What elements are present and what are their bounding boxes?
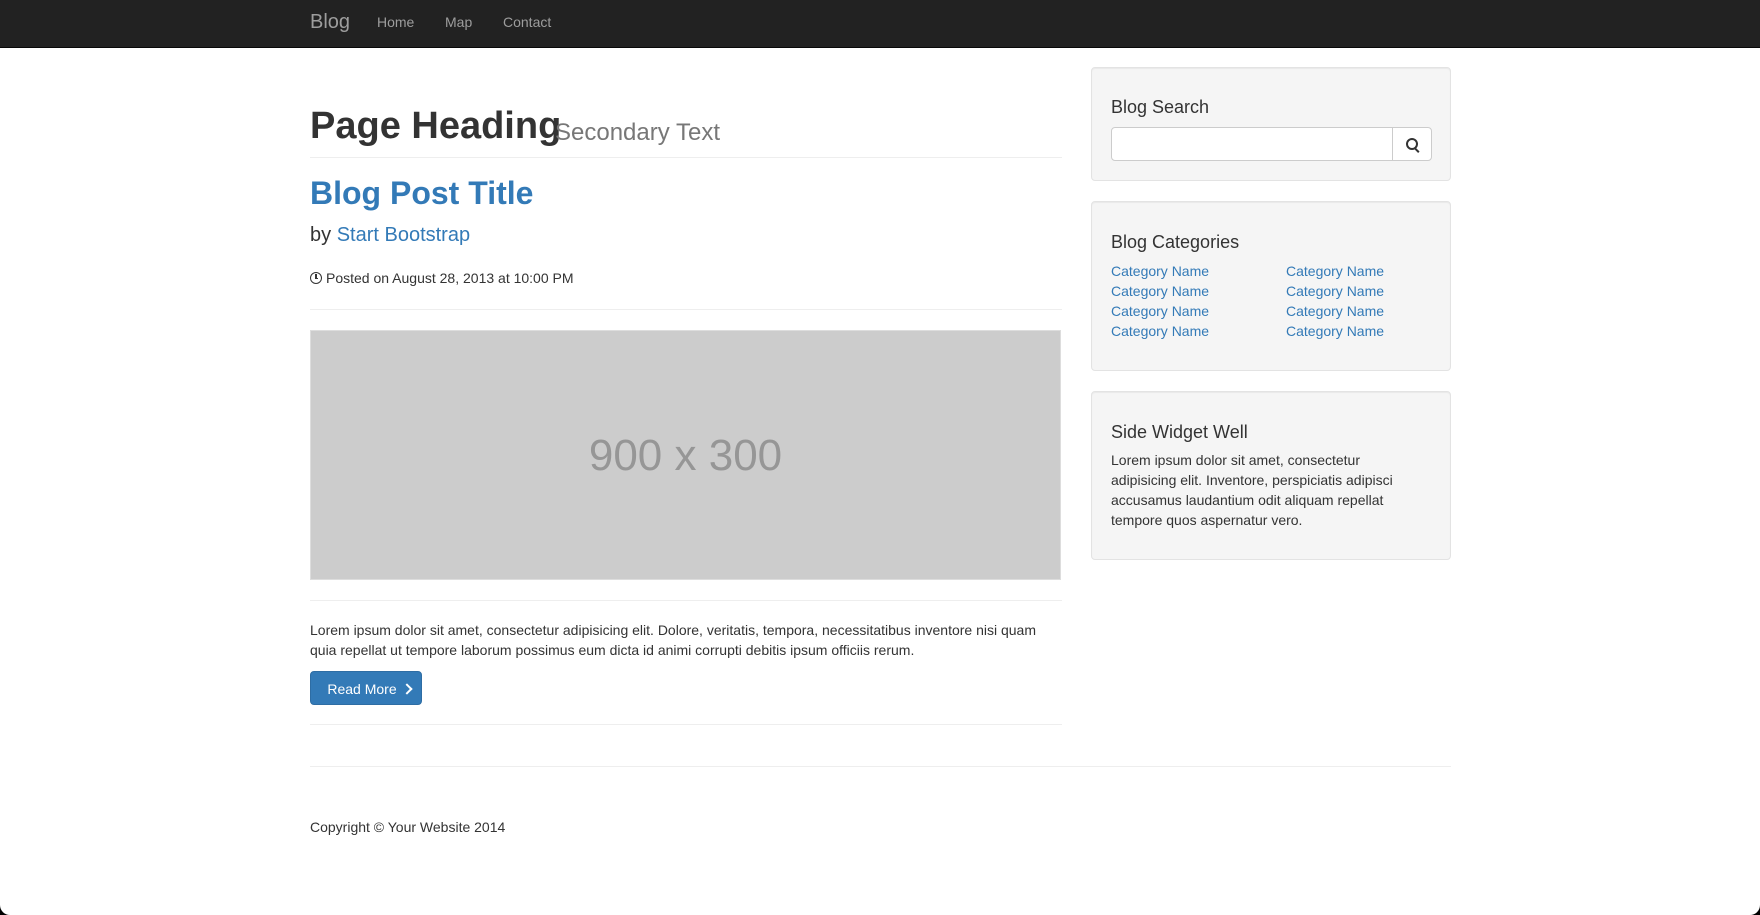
category-link[interactable]: Category Name (1111, 261, 1209, 281)
nav-link-home[interactable]: Home (377, 0, 414, 47)
page-title: Page Heading (310, 105, 562, 147)
search-well: Blog Search (1091, 67, 1451, 181)
chevron-right-icon (400, 683, 413, 695)
categories-well: Blog Categories Category Name Category N… (1091, 201, 1451, 371)
category-link[interactable]: Category Name (1286, 261, 1384, 281)
copyright-text: Copyright © Your Website 2014 (310, 819, 506, 835)
read-more-button[interactable]: Read More (310, 671, 422, 705)
navbar-brand[interactable]: Blog (310, 0, 350, 47)
side-widget-text: Lorem ipsum dolor sit amet, consectetur … (1111, 452, 1393, 528)
nav-link-map[interactable]: Map (445, 0, 472, 47)
post-excerpt: Lorem ipsum dolor sit amet, consectetur … (310, 622, 1036, 658)
clock-icon (310, 272, 322, 284)
post-image: 900 x 300 (310, 330, 1061, 580)
search-icon (1406, 138, 1418, 150)
top-navbar: Blog Home Map Contact (0, 0, 1760, 48)
search-input[interactable] (1111, 127, 1393, 161)
author-link[interactable]: Start Bootstrap (337, 224, 470, 246)
read-more-label: Read More (327, 681, 397, 697)
post-date: Posted on August 28, 2013 at 10:00 PM (310, 268, 574, 288)
category-link[interactable]: Category Name (1111, 281, 1209, 301)
nav-link-contact[interactable]: Contact (503, 0, 551, 47)
post-date-text: Posted on August 28, 2013 at 10:00 PM (326, 270, 574, 286)
post-byline: by Start Bootstrap (310, 221, 470, 249)
side-widget-well: Side Widget Well Lorem ipsum dolor sit a… (1091, 391, 1451, 560)
post-title-link[interactable]: Blog Post Title (310, 173, 533, 213)
category-link[interactable]: Category Name (1286, 321, 1384, 341)
category-link[interactable]: Category Name (1111, 321, 1209, 341)
divider (310, 309, 1062, 310)
byline-prefix: by (310, 224, 332, 246)
page: Blog Home Map Contact Page Heading Secon… (0, 0, 1760, 915)
post-image-label: 900 x 300 (588, 431, 783, 480)
divider (310, 600, 1062, 601)
category-link[interactable]: Category Name (1286, 281, 1384, 301)
categories-title: Blog Categories (1111, 232, 1240, 252)
search-title: Blog Search (1111, 97, 1210, 117)
footer-divider (310, 766, 1451, 767)
search-button[interactable] (1392, 127, 1432, 161)
page-header: Page Heading Secondary Text (310, 103, 1062, 158)
side-widget-title: Side Widget Well (1111, 422, 1248, 442)
divider (310, 724, 1062, 725)
category-link[interactable]: Category Name (1111, 301, 1209, 321)
category-link[interactable]: Category Name (1286, 301, 1384, 321)
page-subtitle: Secondary Text (555, 119, 720, 146)
